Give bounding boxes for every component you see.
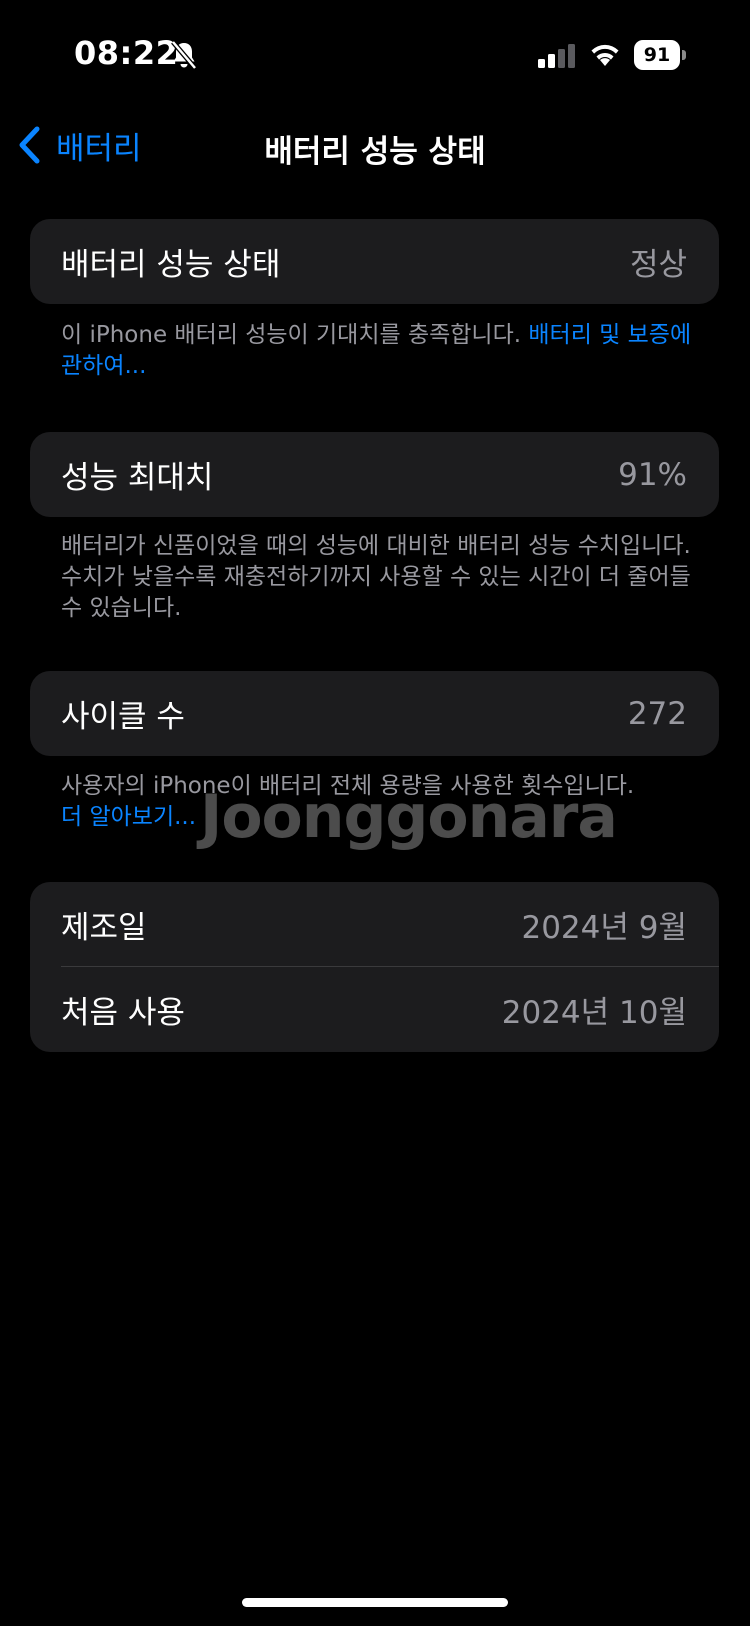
cycle-count-group: 사이클 수 272 [30, 671, 719, 756]
manufacture-date-value: 2024년 9월 [521, 910, 687, 946]
first-use-label: 처음 사용 [61, 995, 185, 1031]
navigation-bar: 배터리 배터리 성능 상태 [0, 112, 750, 178]
first-use-row: 처음 사용 2024년 10월 [30, 967, 719, 1052]
battery-level: 91 [634, 40, 680, 70]
battery-health-footnote: 이 iPhone 배터리 성능이 기대치를 충족합니다. 배터리 및 보증에 관… [61, 320, 701, 382]
battery-health-label: 배터리 성능 상태 [61, 247, 281, 283]
page-title: 배터리 성능 상태 [264, 134, 486, 170]
status-time: 08:22 [74, 34, 179, 72]
battery-health-value: 정상 [629, 247, 687, 283]
cycle-count-value: 272 [627, 695, 687, 732]
battery-health-row: 배터리 성능 상태 정상 [30, 219, 719, 304]
battery-health-group: 배터리 성능 상태 정상 [30, 219, 719, 304]
cellular-signal-icon [538, 44, 575, 68]
bell-slash-icon [171, 40, 197, 70]
watermark: Joonggonara [200, 782, 618, 852]
wifi-icon [591, 44, 619, 66]
maximum-capacity-group: 성능 최대치 91% [30, 432, 719, 517]
maximum-capacity-value: 91% [618, 456, 687, 493]
battery-icon: 91 [634, 40, 686, 70]
maximum-capacity-label: 성능 최대치 [61, 460, 214, 496]
manufacture-date-label: 제조일 [61, 910, 147, 946]
cycle-count-row: 사이클 수 272 [30, 671, 719, 756]
home-indicator[interactable] [242, 1598, 508, 1607]
dates-group: 제조일 2024년 9월 처음 사용 2024년 10월 [30, 882, 719, 1052]
battery-health-description: 이 iPhone 배터리 성능이 기대치를 충족합니다. [61, 322, 529, 348]
battery-tip [682, 50, 686, 60]
maximum-capacity-footnote: 배터리가 신품이었을 때의 성능에 대비한 배터리 성능 수치입니다. 수치가 … [61, 533, 691, 621]
first-use-value: 2024년 10월 [501, 995, 687, 1031]
maximum-capacity-row: 성능 최대치 91% [30, 432, 719, 517]
cycle-count-label: 사이클 수 [61, 699, 185, 735]
manufacture-date-row: 제조일 2024년 9월 [30, 882, 719, 967]
status-bar: 08:22 91 [0, 0, 750, 110]
